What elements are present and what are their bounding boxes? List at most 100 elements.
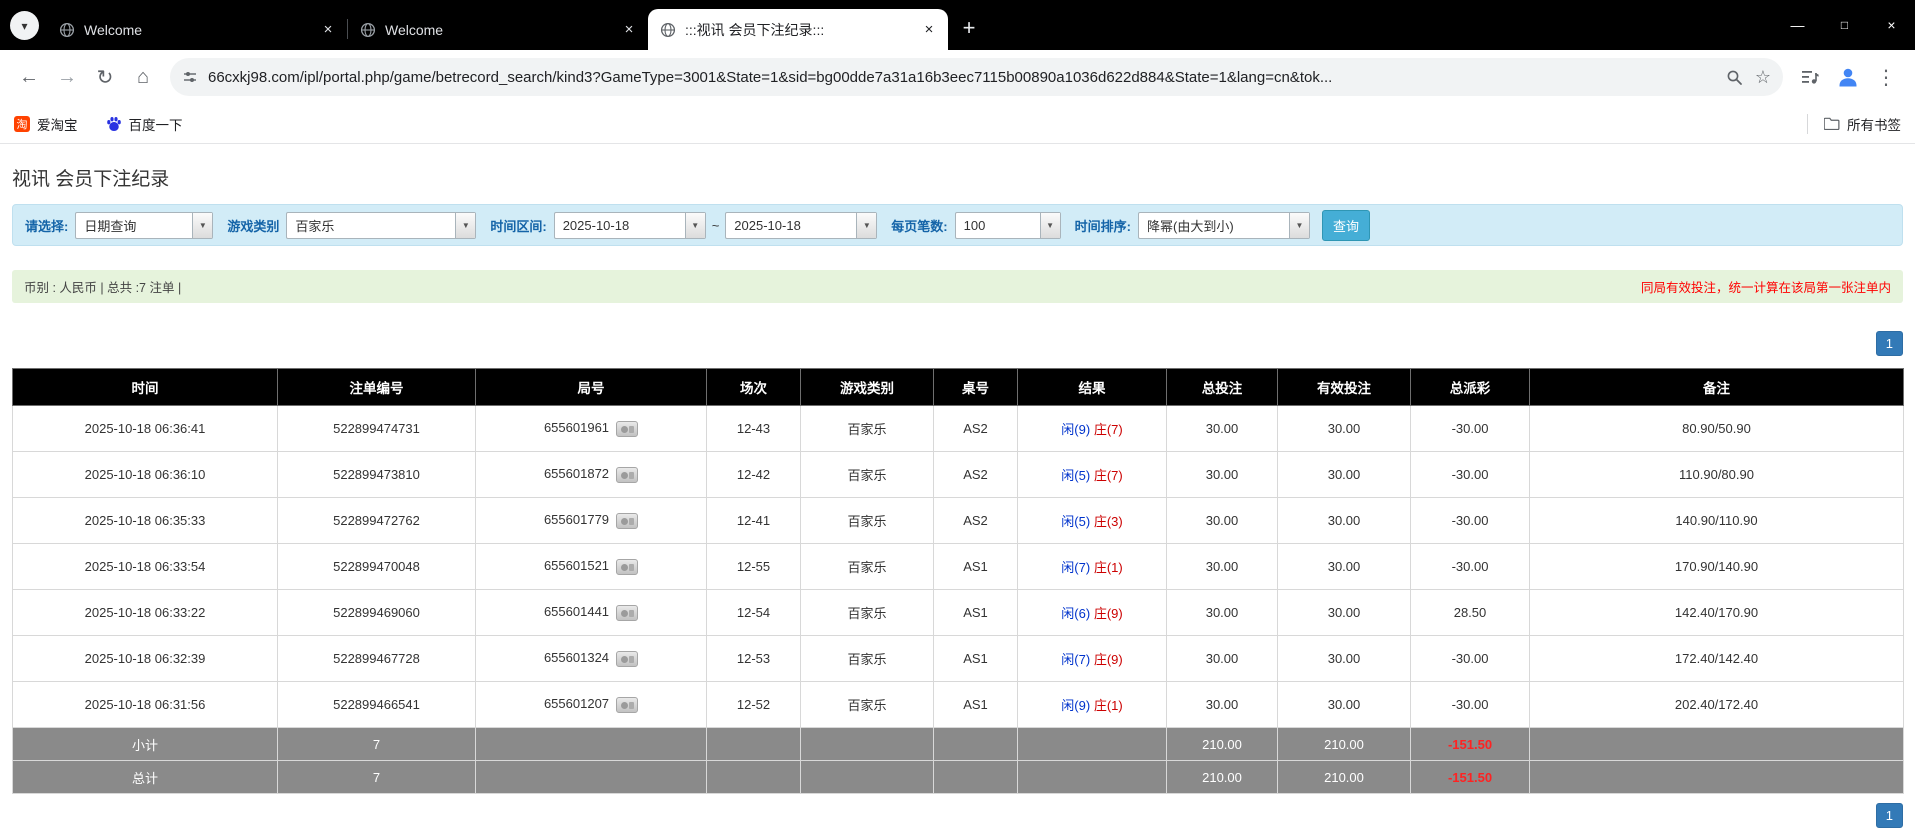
replay-icon[interactable] — [616, 513, 638, 529]
replay-icon[interactable] — [616, 559, 638, 575]
chevron-down-icon[interactable]: ▼ — [685, 213, 705, 238]
time-cell: 2025-10-18 06:32:39 — [13, 636, 278, 682]
header-valid-bet: 有效投注 — [1278, 369, 1411, 406]
chevron-down-icon[interactable]: ▼ — [856, 213, 876, 238]
tab-close-icon[interactable]: × — [920, 21, 938, 39]
bookmark-star-icon[interactable]: ☆ — [1755, 67, 1771, 88]
subtotal-count: 7 — [278, 728, 476, 761]
bookmark-label: 爱淘宝 — [37, 114, 78, 134]
total-bet-cell[interactable]: 30.00 — [1167, 590, 1278, 636]
replay-icon[interactable] — [616, 467, 638, 483]
chevron-down-icon[interactable]: ▼ — [1040, 213, 1060, 238]
tab-welcome-2[interactable]: Welcome × — [348, 9, 648, 50]
time-cell: 2025-10-18 06:31:56 — [13, 682, 278, 728]
valid-bet-cell: 30.00 — [1278, 590, 1411, 636]
table-no-cell: AS1 — [934, 544, 1018, 590]
date-to-value: 2025-10-18 — [726, 218, 856, 233]
game-type-cell: 百家乐 — [801, 498, 934, 544]
date-from-select[interactable]: 2025-10-18 ▼ — [554, 212, 706, 239]
time-cell: 2025-10-18 06:33:22 — [13, 590, 278, 636]
total-bet-cell[interactable]: 30.00 — [1167, 498, 1278, 544]
remark-cell: 202.40/172.40 — [1530, 682, 1904, 728]
sort-order-select[interactable]: 降幂(由大到小) ▼ — [1138, 212, 1310, 239]
bookmark-aitaobao[interactable]: 淘 爱淘宝 — [14, 114, 78, 134]
tab-search-button[interactable]: ▾ — [10, 11, 39, 40]
bet-id-cell: 522899467728 — [278, 636, 476, 682]
header-table-no: 桌号 — [934, 369, 1018, 406]
date-to-select[interactable]: 2025-10-18 ▼ — [725, 212, 877, 239]
session-cell: 12-42 — [707, 452, 801, 498]
total-bet-cell[interactable]: 30.00 — [1167, 544, 1278, 590]
round-cell: 655601441 — [476, 590, 707, 636]
result-cell: 闲(5) 庄(3) — [1018, 498, 1167, 544]
result-cell: 闲(5) 庄(7) — [1018, 452, 1167, 498]
table-no-cell: AS2 — [934, 452, 1018, 498]
table-row: 2025-10-18 06:33:54522899470048655601521… — [13, 544, 1904, 590]
chevron-down-icon[interactable]: ▼ — [1289, 213, 1309, 238]
query-type-label: 请选择: — [25, 216, 68, 235]
home-button[interactable]: ⌂ — [124, 58, 162, 96]
result-player: 闲(6) — [1061, 606, 1090, 621]
result-player: 闲(9) — [1061, 698, 1090, 713]
replay-icon[interactable] — [616, 697, 638, 713]
payout-cell: -30.00 — [1411, 406, 1530, 452]
result-cell: 闲(6) 庄(9) — [1018, 590, 1167, 636]
result-cell: 闲(7) 庄(1) — [1018, 544, 1167, 590]
bet-table: 时间 注单编号 局号 场次 游戏类别 桌号 结果 总投注 有效投注 总派彩 备注… — [12, 368, 1904, 794]
total-bet-cell[interactable]: 30.00 — [1167, 682, 1278, 728]
address-bar[interactable]: 66cxkj98.com/ipl/portal.php/game/betreco… — [170, 58, 1783, 96]
page-number-button[interactable]: 1 — [1876, 331, 1903, 356]
total-bet-cell[interactable]: 30.00 — [1167, 406, 1278, 452]
reload-button[interactable]: ↻ — [86, 58, 124, 96]
search-button[interactable]: 查询 — [1322, 210, 1370, 241]
replay-icon[interactable] — [616, 651, 638, 667]
media-controls-icon[interactable] — [1791, 58, 1829, 96]
result-banker: 庄(3) — [1094, 514, 1123, 529]
round-cell: 655601779 — [476, 498, 707, 544]
chevron-down-icon[interactable]: ▼ — [192, 213, 212, 238]
table-row: 2025-10-18 06:36:10522899473810655601872… — [13, 452, 1904, 498]
minimize-button[interactable]: — — [1774, 0, 1821, 50]
session-cell: 12-43 — [707, 406, 801, 452]
replay-icon[interactable] — [616, 605, 638, 621]
tab-close-icon[interactable]: × — [620, 21, 638, 39]
back-button[interactable]: ← — [10, 58, 48, 96]
valid-bet-cell: 30.00 — [1278, 498, 1411, 544]
maximize-button[interactable]: □ — [1821, 0, 1868, 50]
zoom-icon[interactable] — [1726, 69, 1743, 86]
game-type-select[interactable]: 百家乐 ▼ — [286, 212, 476, 239]
all-bookmarks-button[interactable]: 所有书签 — [1824, 114, 1901, 134]
filter-bar: 请选择: 日期查询 ▼ 游戏类别 百家乐 ▼ 时间区间: 2025-10-18 … — [12, 204, 1903, 246]
game-type-cell: 百家乐 — [801, 406, 934, 452]
bet-id-cell: 522899473810 — [278, 452, 476, 498]
bookmark-baidu[interactable]: 百度一下 — [106, 114, 183, 134]
page-number-button[interactable]: 1 — [1876, 803, 1903, 828]
tab-close-icon[interactable]: × — [319, 21, 337, 39]
tab-welcome-1[interactable]: Welcome × — [47, 9, 347, 50]
total-bet-cell[interactable]: 30.00 — [1167, 452, 1278, 498]
round-cell: 655601961 — [476, 406, 707, 452]
close-button[interactable]: × — [1868, 0, 1915, 50]
site-info-icon[interactable] — [182, 69, 198, 85]
page-size-select[interactable]: 100 ▼ — [955, 212, 1061, 239]
pagination-top: 1 — [12, 331, 1903, 356]
profile-avatar[interactable] — [1829, 58, 1867, 96]
replay-icon[interactable] — [616, 421, 638, 437]
result-banker: 庄(7) — [1094, 422, 1123, 437]
total-payout: -151.50 — [1411, 761, 1530, 794]
forward-button[interactable]: → — [48, 58, 86, 96]
currency-summary: 币别 : 人民币 | 总共 :7 注单 | — [24, 277, 181, 296]
chevron-down-icon[interactable]: ▼ — [455, 213, 475, 238]
page-content: 视讯 会员下注纪录 请选择: 日期查询 ▼ 游戏类别 百家乐 ▼ 时间区间: 2… — [0, 164, 1915, 828]
url-text[interactable]: 66cxkj98.com/ipl/portal.php/game/betreco… — [208, 69, 1716, 86]
date-range-label: 时间区间: — [490, 216, 546, 235]
total-row: 总计 7 210.00 210.00 -151.50 — [13, 761, 1904, 794]
menu-icon[interactable]: ⋮ — [1867, 58, 1905, 96]
taobao-icon: 淘 — [14, 116, 30, 132]
new-tab-button[interactable]: + — [954, 13, 984, 43]
total-bet-cell[interactable]: 30.00 — [1167, 636, 1278, 682]
result-banker: 庄(7) — [1094, 468, 1123, 483]
total-valid-bet: 210.00 — [1278, 761, 1411, 794]
tab-betrecord-active[interactable]: :::视讯 会员下注纪录::: × — [648, 9, 948, 50]
query-type-select[interactable]: 日期查询 ▼ — [75, 212, 213, 239]
